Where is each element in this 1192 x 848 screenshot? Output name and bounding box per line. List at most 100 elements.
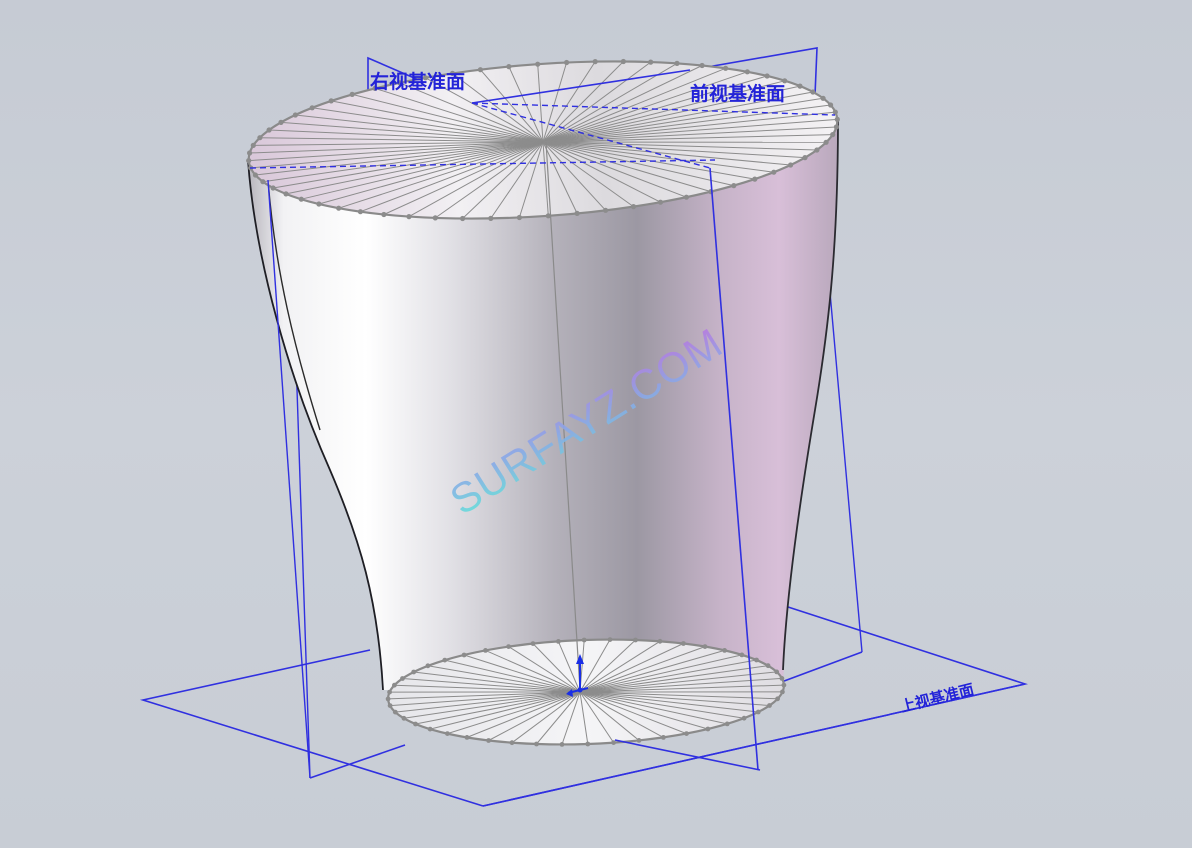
bottom-profile-point[interactable] [774,669,780,675]
bottom-profile-point[interactable] [607,637,613,642]
top-profile-point[interactable] [764,73,770,79]
bottom-profile-point[interactable] [530,641,536,646]
top-profile-point[interactable] [488,215,494,221]
top-profile-point[interactable] [432,215,438,221]
top-profile-point[interactable] [247,150,253,156]
top-profile-point[interactable] [620,58,627,65]
bottom-profile-point[interactable] [767,703,772,708]
top-profile-point[interactable] [250,142,256,148]
top-profile-point[interactable] [823,139,829,145]
bottom-profile-point[interactable] [392,709,398,715]
top-profile-point[interactable] [278,119,284,125]
bottom-profile-point[interactable] [636,738,642,743]
top-profile-point[interactable] [309,105,315,111]
top-profile-point[interactable] [648,59,654,65]
top-profile-point[interactable] [357,209,363,215]
bottom-profile-point[interactable] [464,735,470,740]
bottom-profile-point[interactable] [483,648,488,653]
bottom-profile-point[interactable] [442,657,448,663]
top-profile-point[interactable] [699,62,705,69]
bottom-profile-point[interactable] [755,709,761,715]
bottom-profile-point[interactable] [509,740,515,746]
top-plane-label[interactable]: 上视基准面 [899,680,976,716]
bottom-profile-point[interactable] [411,669,417,675]
top-profile-point[interactable] [820,95,826,101]
top-profile-point[interactable] [683,194,690,200]
graphics-viewport[interactable]: 右视基准面 前视基准面 上视基准面 SURFAYZ.COM [0,0,1192,848]
top-profile-point[interactable] [298,196,304,202]
top-profile-point[interactable] [674,60,680,66]
bottom-profile-point[interactable] [387,689,392,695]
top-profile-point[interactable] [266,127,272,133]
top-profile-point[interactable] [336,205,342,211]
top-profile-point[interactable] [788,162,794,168]
top-profile-point[interactable] [349,91,355,97]
top-profile-point[interactable] [833,124,840,130]
bottom-profile-point[interactable] [486,738,491,743]
bottom-profile-point[interactable] [461,652,467,658]
bottom-profile-point[interactable] [506,644,511,649]
top-profile-point[interactable] [246,158,252,164]
bottom-profile-point[interactable] [401,715,407,721]
bottom-profile-point[interactable] [427,726,433,732]
top-profile-point[interactable] [657,199,664,205]
top-profile-point[interactable] [564,59,570,66]
top-profile-point[interactable] [810,89,816,95]
top-profile-point[interactable] [292,112,298,118]
front-plane-label[interactable]: 前视基准面 [690,82,785,105]
bottom-profile-point[interactable] [559,742,565,747]
top-profile-point[interactable] [744,69,750,75]
bottom-profile-point[interactable] [741,715,747,721]
bottom-profile-point[interactable] [425,663,431,669]
model-scene[interactable]: 右视基准面 前视基准面 上视基准面 SURFAYZ.COM [0,0,1192,848]
bottom-profile-point[interactable] [705,726,711,732]
top-profile-point[interactable] [603,207,609,213]
top-profile-point[interactable] [574,210,580,216]
bottom-profile-point[interactable] [400,676,405,681]
bottom-profile-point[interactable] [445,731,450,736]
bottom-profile-point[interactable] [661,735,666,740]
bottom-profile-point[interactable] [633,637,638,643]
top-profile-point[interactable] [516,214,523,221]
top-profile-point[interactable] [252,172,258,178]
bottom-profile-point[interactable] [657,638,663,644]
bottom-profile-point[interactable] [724,721,730,727]
bottom-profile-point[interactable] [611,740,616,745]
right-plane-label[interactable]: 右视基准面 [369,70,465,93]
top-profile-point[interactable] [802,155,808,161]
bottom-profile-point[interactable] [684,731,689,736]
top-profile-point[interactable] [460,215,466,222]
top-profile-point[interactable] [328,98,334,104]
bottom-profile-point[interactable] [534,741,539,747]
top-profile-point[interactable] [477,67,483,73]
top-profile-point[interactable] [797,83,803,89]
top-profile-point[interactable] [630,204,637,210]
top-profile-point[interactable] [316,201,322,207]
top-profile-point[interactable] [828,102,834,108]
bottom-profile-point[interactable] [765,663,771,669]
bottom-profile-point[interactable] [556,639,561,644]
bottom-profile-point[interactable] [754,657,759,663]
top-profile-point[interactable] [752,176,758,182]
bottom-profile-point[interactable] [681,641,686,646]
top-profile-point[interactable] [834,116,840,122]
top-profile-point[interactable] [830,132,836,138]
bottom-profile-point[interactable] [387,703,393,708]
top-profile-point[interactable] [283,191,289,197]
bottom-profile-point[interactable] [702,644,708,649]
top-profile-point[interactable] [771,169,777,175]
top-profile-point[interactable] [506,64,512,70]
top-profile-point[interactable] [381,211,387,218]
top-profile-point[interactable] [257,135,263,141]
top-profile-point[interactable] [406,214,412,220]
top-profile-point[interactable] [731,183,737,189]
bottom-profile-point[interactable] [739,652,745,658]
bottom-profile-point[interactable] [585,741,591,747]
top-profile-point[interactable] [832,109,838,115]
bottom-profile-point[interactable] [581,637,587,643]
top-profile-point[interactable] [723,65,729,71]
bottom-profile-point[interactable] [392,682,397,688]
top-profile-point[interactable] [592,59,598,65]
top-profile-point[interactable] [270,185,276,191]
bottom-profile-point[interactable] [722,648,727,653]
